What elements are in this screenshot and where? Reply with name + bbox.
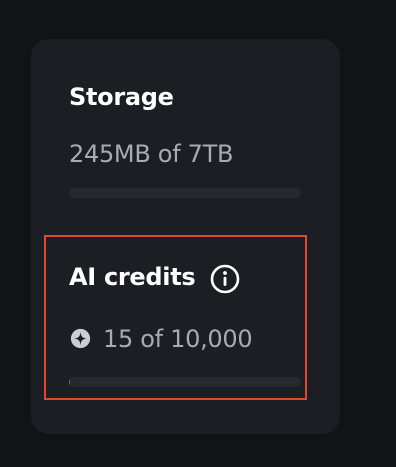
page: Storage 245MB of 7TB AI credits 15 of 10…	[0, 0, 396, 467]
sparkle-icon	[70, 328, 91, 349]
ai-credits-usage-text: 15 of 10,000	[103, 325, 253, 353]
usage-card: Storage 245MB of 7TB AI credits 15 of 10…	[31, 39, 340, 434]
ai-credits-progress-bar	[69, 377, 301, 387]
storage-usage-text: 245MB of 7TB	[69, 140, 234, 168]
info-icon[interactable]	[210, 264, 240, 294]
ai-credits-highlight-box	[44, 235, 307, 400]
storage-progress-bar	[69, 188, 301, 198]
storage-title: Storage	[69, 83, 174, 111]
ai-credits-title: AI credits	[69, 263, 196, 291]
